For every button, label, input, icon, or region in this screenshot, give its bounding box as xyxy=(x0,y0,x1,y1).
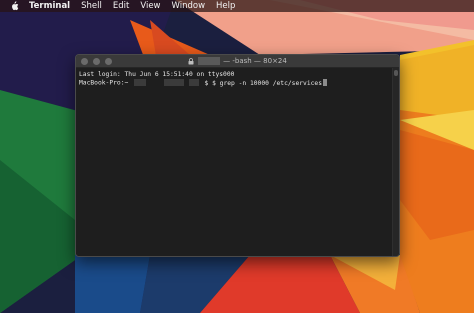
menu-bar: Terminal Shell Edit View Window Help xyxy=(0,0,474,12)
redacted-username xyxy=(198,57,221,65)
terminal-content[interactable]: Last login: Thu Jun 6 15:51:40 on ttys00… xyxy=(76,68,399,256)
lock-icon xyxy=(188,57,194,64)
redacted-text xyxy=(163,79,184,86)
prompt-host: MacBook-Pro:~ xyxy=(79,79,129,87)
scrollbar[interactable] xyxy=(392,68,399,256)
apple-logo-icon[interactable] xyxy=(9,1,19,11)
terminal-window[interactable]: — -bash — 80×24 Last login: Thu Jun 6 15… xyxy=(75,54,400,257)
window-titlebar[interactable]: — -bash — 80×24 xyxy=(76,55,399,68)
menu-shell[interactable]: Shell xyxy=(81,1,102,11)
command-text: $ $ grep -n 10000 /etc/services xyxy=(204,79,323,87)
text-cursor xyxy=(323,79,328,86)
menu-window[interactable]: Window xyxy=(172,1,206,11)
scroll-thumb[interactable] xyxy=(394,70,398,76)
window-title-text: — -bash — 80×24 xyxy=(223,57,287,65)
menu-help[interactable]: Help xyxy=(216,1,235,11)
prompt-line: MacBook-Pro:~ $ $ grep -n 10000 /etc/ser… xyxy=(79,79,399,87)
window-title: — -bash — 80×24 xyxy=(76,55,399,67)
menu-terminal[interactable]: Terminal xyxy=(29,1,70,11)
menu-view[interactable]: View xyxy=(140,1,160,11)
login-line: Last login: Thu Jun 6 15:51:40 on ttys00… xyxy=(79,71,399,79)
menu-edit[interactable]: Edit xyxy=(113,1,129,11)
redacted-text xyxy=(134,79,147,86)
redacted-text xyxy=(188,79,199,86)
login-text: Last login: Thu Jun 6 15:51:40 on ttys00… xyxy=(79,71,235,78)
